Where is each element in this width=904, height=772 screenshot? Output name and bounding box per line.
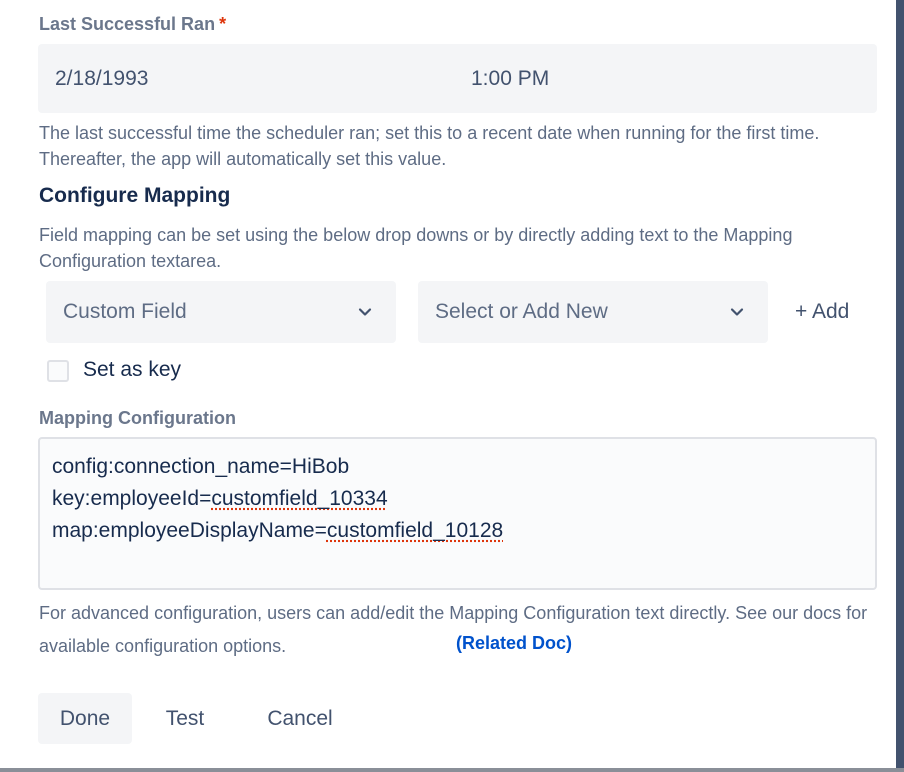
config-line-2: key:employeeId=customfield_10334 <box>52 487 388 511</box>
configure-mapping-title: Configure Mapping <box>39 184 231 207</box>
chevron-down-icon <box>730 308 744 316</box>
mapping-configuration-textarea[interactable]: config:connection_name=HiBob key:employe… <box>38 437 877 590</box>
last-ran-help: The last successful time the scheduler r… <box>39 123 820 169</box>
related-doc-link[interactable]: (Related Doc) <box>456 633 572 654</box>
custom-field-select-value: Custom Field <box>63 300 187 323</box>
cancel-button[interactable]: Cancel <box>250 693 350 744</box>
config-line-3: map:employeeDisplayName=customfield_1012… <box>52 519 503 543</box>
last-ran-label-text: Last Successful Ran <box>39 14 216 34</box>
mapping-value-select[interactable]: Select or Add New <box>418 281 768 343</box>
test-button-label: Test <box>165 707 205 730</box>
done-button-label: Done <box>59 707 111 730</box>
time-input[interactable]: 1:00 PM <box>471 67 549 91</box>
config-line-3-key: map:employeeDisplayName= <box>52 519 327 542</box>
date-input[interactable]: 2/18/1993 <box>55 67 148 91</box>
window-border-right <box>896 0 904 772</box>
required-marker: * <box>219 14 227 34</box>
custom-field-select[interactable]: Custom Field <box>46 281 396 343</box>
config-line-3-value: customfield_10128 <box>326 519 504 542</box>
last-ran-label: Last Successful Ran * <box>39 14 226 35</box>
last-ran-datetime-field: 2/18/1993 1:00 PM <box>38 44 877 113</box>
config-line-2-value: customfield_10334 <box>211 487 388 510</box>
config-line-1: config:connection_name=HiBob <box>52 455 350 478</box>
mapping-configuration-label: Mapping Configuration <box>39 408 236 428</box>
config-line-2-key: key:employeeId= <box>52 487 212 510</box>
done-button[interactable]: Done <box>38 693 132 744</box>
test-button[interactable]: Test <box>150 693 220 744</box>
mapping-value-select-placeholder: Select or Add New <box>435 300 608 323</box>
window-border-bottom <box>0 768 904 772</box>
chevron-down-icon <box>358 308 372 316</box>
set-as-key-label: Set as key <box>83 358 182 381</box>
mapping-help: Field mapping can be set using the below… <box>39 225 793 271</box>
set-as-key-checkbox[interactable] <box>47 360 69 382</box>
add-mapping-button[interactable]: + Add <box>795 300 849 324</box>
cancel-button-label: Cancel <box>267 707 333 730</box>
